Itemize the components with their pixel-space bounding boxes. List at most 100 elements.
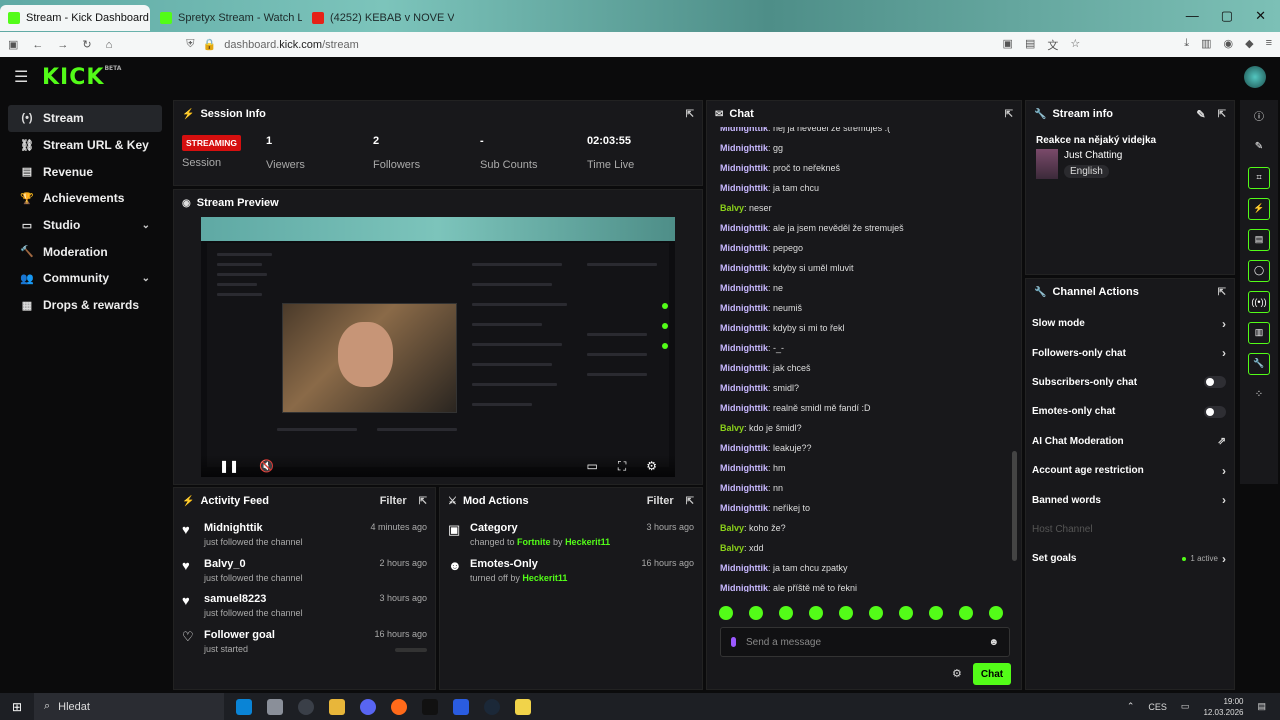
- steam-icon[interactable]: [484, 698, 500, 715]
- chat-username[interactable]: Midnighttik: [720, 443, 768, 453]
- chat-messages[interactable]: Midnighttik: hej ja nevěděl že stremuješ…: [707, 127, 1011, 592]
- action-account-age-restriction[interactable]: Account age restriction ›: [1026, 456, 1234, 485]
- chat-message[interactable]: Midnighttik: ja tam chcu: [720, 178, 1011, 198]
- chat-username[interactable]: Midnighttik: [720, 363, 768, 373]
- language-indicator[interactable]: CES: [1148, 702, 1167, 712]
- popout-icon[interactable]: ⇱: [686, 109, 694, 120]
- chat-message[interactable]: Midnighttik: proč to neřekneš: [720, 158, 1011, 178]
- activity-item[interactable]: ♥ samuel8223 just followed the channel 3 ho…: [174, 585, 435, 621]
- chat-scrollbar[interactable]: [1012, 451, 1017, 561]
- emote-icon[interactable]: [989, 606, 1003, 620]
- popout-icon[interactable]: ⇱: [419, 496, 427, 507]
- chat-username[interactable]: Midnighttik: [720, 243, 768, 253]
- browser-tab[interactable]: Spretyx Stream - Watch Live o✕: [152, 5, 302, 31]
- action-subscribers-only-chat[interactable]: Subscribers-only chat: [1026, 368, 1234, 397]
- edit-icon[interactable]: ✎: [1196, 108, 1205, 121]
- library-icon[interactable]: ▥: [1201, 37, 1211, 53]
- chat-username[interactable]: Midnighttik: [720, 127, 768, 133]
- emote-icon[interactable]: [839, 606, 853, 620]
- chat-message[interactable]: Balvy: neser: [720, 198, 1011, 218]
- browser-tab[interactable]: (4252) KEBAB v NOVE VERZI?! |✕: [304, 5, 454, 31]
- chat-bubble-icon[interactable]: ◯: [1248, 259, 1270, 282]
- tools-icon[interactable]: 🔧: [1248, 352, 1270, 375]
- screenshot-icon[interactable]: ▣: [1003, 37, 1013, 53]
- chevron-right-icon[interactable]: ›: [1222, 464, 1226, 478]
- chat-message[interactable]: Balvy: xdd: [720, 538, 1011, 558]
- external-link-icon[interactable]: ⇗: [1218, 436, 1226, 447]
- chat-username[interactable]: Balvy: [720, 543, 744, 553]
- firefox-icon[interactable]: [391, 698, 407, 715]
- chat-username[interactable]: Midnighttik: [720, 583, 768, 592]
- mod-action-item[interactable]: ☻ Emotes-Only turned off by Heckerit11 16 h…: [440, 550, 702, 586]
- reader-icon[interactable]: ▤: [1025, 37, 1035, 53]
- emoji-icon[interactable]: ☻: [988, 637, 999, 648]
- emote-icon[interactable]: [779, 606, 793, 620]
- windows-start-icon[interactable]: ⊞: [0, 700, 34, 714]
- filter-button[interactable]: Filter: [380, 495, 407, 507]
- chat-message[interactable]: Midnighttik: hej ja nevěděl že stremuješ…: [720, 127, 1011, 138]
- layout-icon[interactable]: ▥: [1248, 321, 1270, 344]
- lightning-icon[interactable]: ⚡: [1248, 197, 1270, 220]
- chat-username[interactable]: Midnighttik: [720, 383, 768, 393]
- info-icon[interactable]: ⓘ: [1240, 100, 1278, 131]
- tabs-icon[interactable]: ▣: [8, 38, 18, 51]
- chat-message[interactable]: Midnighttik: gg: [720, 138, 1011, 158]
- chat-username[interactable]: Midnighttik: [720, 223, 768, 233]
- user-avatar[interactable]: [1244, 66, 1266, 88]
- download-icon[interactable]: ⤓: [1184, 37, 1189, 53]
- chat-message[interactable]: Midnighttik: jak chceš: [720, 358, 1011, 378]
- chat-send-button[interactable]: Chat: [973, 663, 1011, 685]
- chat-username[interactable]: Midnighttik: [720, 463, 768, 473]
- desc-highlight[interactable]: Heckerit11: [522, 573, 567, 583]
- chevron-right-icon[interactable]: ›: [1222, 552, 1226, 566]
- chat-message[interactable]: Midnighttik: ale příště mě to řekni: [720, 578, 1011, 592]
- chat-message[interactable]: Midnighttik: ale ja jsem nevěděl že stre…: [720, 218, 1011, 238]
- chat-message[interactable]: Midnighttik: -_-: [720, 338, 1011, 358]
- clock[interactable]: 19:00 12.03.2026: [1203, 696, 1243, 718]
- toggle-switch[interactable]: [1204, 405, 1226, 418]
- settings-gear-icon[interactable]: ⚙: [646, 459, 657, 473]
- mod-action-item[interactable]: ▣ Category changed to Fortnite by Heckerit…: [440, 514, 702, 550]
- sidebar-item-stream-url-key[interactable]: ⛓ Stream URL & Key: [8, 132, 162, 159]
- chat-message[interactable]: Midnighttik: neumiš: [720, 298, 1011, 318]
- chat-username[interactable]: Midnighttik: [720, 183, 768, 193]
- app-icon[interactable]: [453, 698, 469, 715]
- translate-icon[interactable]: 文: [1047, 37, 1058, 53]
- sidebar-item-achievements[interactable]: 🏆 Achievements: [8, 185, 162, 212]
- sidebar-item-revenue[interactable]: ▤ Revenue: [8, 158, 162, 185]
- nodes-icon[interactable]: ⁘: [1240, 379, 1278, 410]
- action-slow-mode[interactable]: Slow mode ›: [1026, 309, 1234, 338]
- activity-item[interactable]: ♡ Follower goal just started 16 hours ago: [174, 621, 435, 657]
- taskbar-search[interactable]: ⌕ Hledat: [34, 693, 224, 720]
- discord-icon[interactable]: [360, 698, 376, 715]
- chat-username[interactable]: Midnighttik: [720, 303, 768, 313]
- chevron-up-icon[interactable]: ⌃: [1127, 701, 1135, 712]
- kick-logo[interactable]: KICKBETA: [42, 65, 121, 90]
- desc-highlight[interactable]: Heckerit11: [565, 537, 610, 547]
- chat-message[interactable]: Midnighttik: pepego: [720, 238, 1011, 258]
- microphone-icon[interactable]: [731, 637, 736, 647]
- action-set-goals[interactable]: Set goals 1 active ›: [1026, 544, 1234, 573]
- chat-username[interactable]: Balvy: [720, 423, 744, 433]
- broadcast-icon[interactable]: ((•)): [1248, 290, 1270, 313]
- account-icon[interactable]: ◉: [1224, 37, 1234, 53]
- emote-icon[interactable]: [959, 606, 973, 620]
- filter-button[interactable]: Filter: [647, 495, 674, 507]
- emote-icon[interactable]: [869, 606, 883, 620]
- chat-message[interactable]: Midnighttik: ne: [720, 278, 1011, 298]
- chat-username[interactable]: Balvy: [720, 203, 744, 213]
- emote-icon[interactable]: [809, 606, 823, 620]
- mute-icon[interactable]: 🔇: [259, 459, 274, 473]
- chat-message[interactable]: Midnighttik: neříkej to: [720, 498, 1011, 518]
- chat-username[interactable]: Midnighttik: [720, 283, 768, 293]
- popout-icon[interactable]: ⇱: [1218, 109, 1226, 120]
- chat-message[interactable]: Midnighttik: nn: [720, 478, 1011, 498]
- chat-username[interactable]: Midnighttik: [720, 323, 768, 333]
- chat-username[interactable]: Midnighttik: [720, 163, 768, 173]
- maximize-icon[interactable]: ▢: [1221, 8, 1233, 24]
- chat-username[interactable]: Midnighttik: [720, 143, 768, 153]
- activity-item[interactable]: ♥ Midnighttik just followed the channel 4 m…: [174, 514, 435, 550]
- chat-username[interactable]: Midnighttik: [720, 503, 768, 513]
- chevron-down-icon[interactable]: ⌄: [142, 220, 150, 231]
- theater-icon[interactable]: ▭: [586, 459, 597, 473]
